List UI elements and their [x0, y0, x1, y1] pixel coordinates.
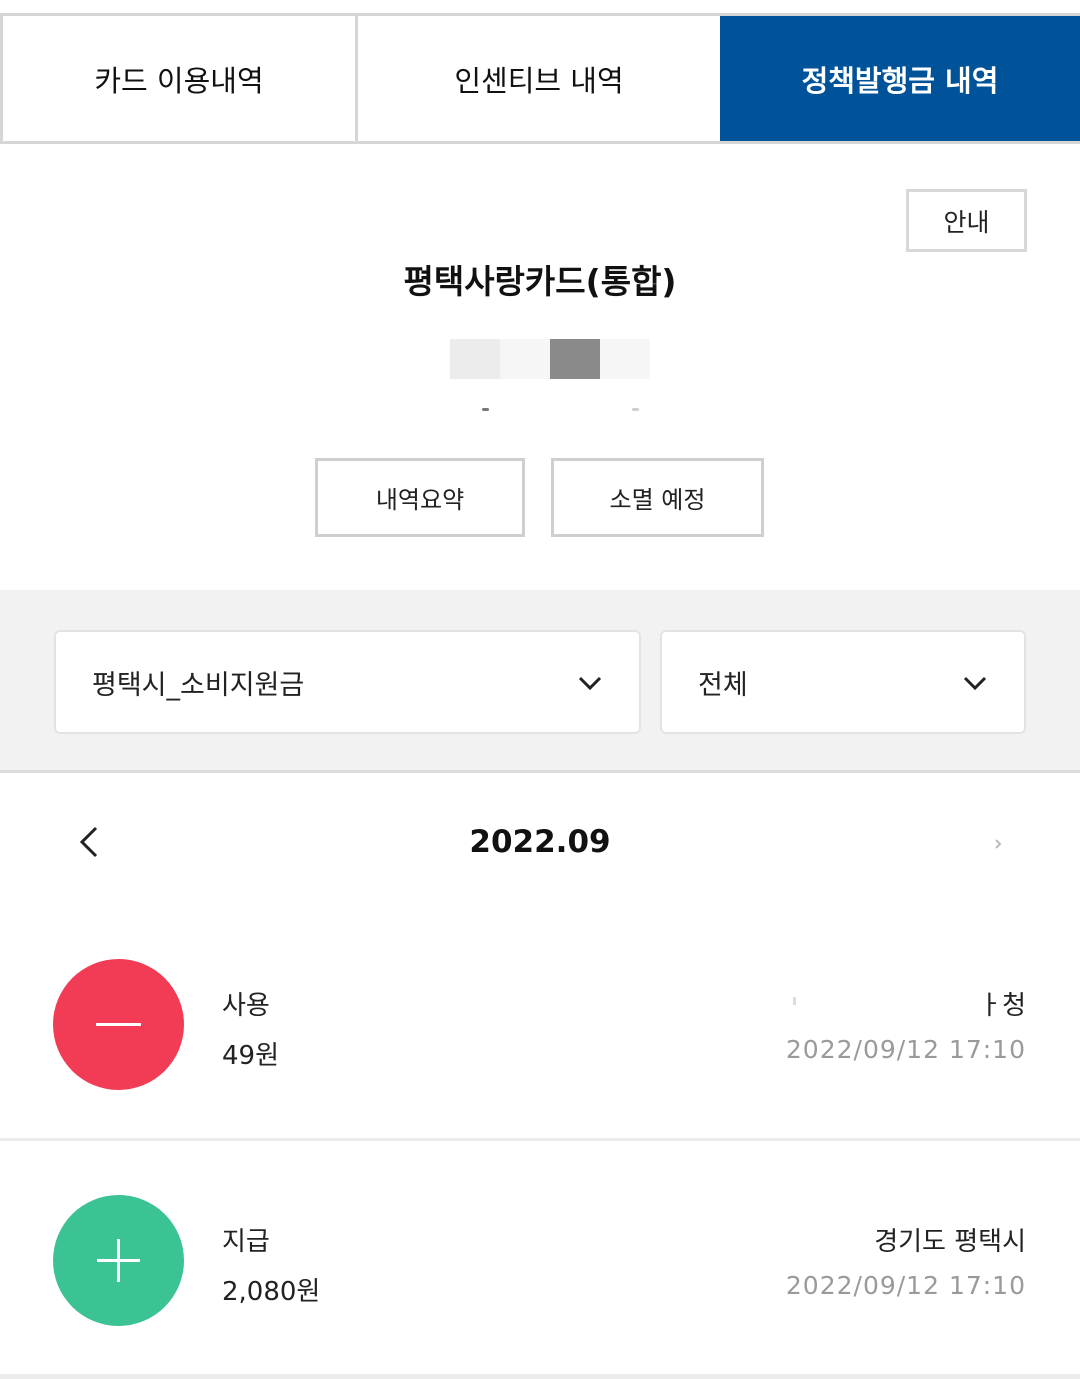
transaction-datetime: 2022/09/12 17:10	[785, 1271, 1026, 1300]
masked-card-number	[550, 339, 600, 379]
usage-badge	[53, 959, 184, 1090]
masked-mark	[632, 408, 639, 411]
policy-select-value: 평택시_소비지원금	[92, 669, 305, 701]
tab-policy-issuance[interactable]: 정책발행금 내역	[720, 16, 1080, 141]
month-label: 2022.09	[469, 824, 611, 860]
transaction-datetime: 2022/09/12 17:10	[785, 1035, 1026, 1064]
policy-select[interactable]: 평택시_소비지원금	[54, 630, 641, 734]
type-select[interactable]: 전체	[660, 630, 1026, 734]
expiry-button[interactable]: 소멸 예정	[551, 458, 764, 537]
transaction-row[interactable]: 사용 49원 ㅏ청 2022/09/12 17:10	[0, 907, 1080, 1141]
masked-card-number	[450, 339, 500, 379]
masked-mark	[793, 997, 796, 1005]
chevron-down-icon	[963, 676, 987, 691]
tab-card-usage[interactable]: 카드 이용내역	[0, 16, 358, 141]
transaction-type: 지급	[222, 1227, 270, 1257]
transaction-amount: 49원	[222, 1041, 280, 1071]
month-navigator: 2022.09	[0, 776, 1080, 906]
filter-area: 평택시_소비지원금 전체	[0, 590, 1080, 773]
transaction-place: 경기도 평택시	[874, 1227, 1026, 1257]
minus-icon	[96, 1023, 141, 1026]
tab-bar: 카드 이용내역 인센티브 내역 정책발행금 내역	[0, 13, 1080, 144]
info-button[interactable]: 안내	[906, 189, 1027, 252]
card-title: 평택사랑카드(통합)	[403, 262, 677, 301]
transaction-place: ㅏ청	[978, 991, 1026, 1021]
plus-icon	[97, 1239, 140, 1282]
masked-card-number	[600, 339, 650, 379]
summary-button[interactable]: 내역요약	[315, 458, 525, 537]
transaction-row[interactable]: 지급 2,080원 경기도 평택시 2022/09/12 17:10	[0, 1143, 1080, 1377]
masked-mark	[482, 408, 489, 411]
chevron-down-icon	[578, 676, 602, 691]
type-select-value: 전체	[698, 669, 748, 701]
tab-incentive[interactable]: 인센티브 내역	[358, 16, 720, 141]
chevron-right-icon[interactable]	[988, 834, 1008, 854]
grant-badge	[53, 1195, 184, 1326]
masked-card-number	[500, 339, 550, 379]
transaction-amount: 2,080원	[222, 1277, 321, 1307]
transaction-type: 사용	[222, 991, 270, 1021]
